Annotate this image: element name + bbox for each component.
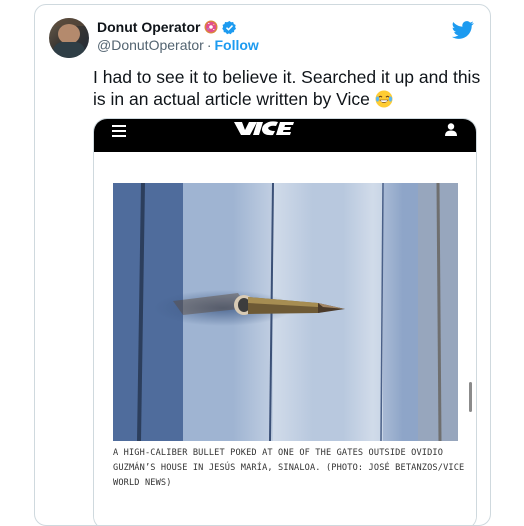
author-name-row: Donut Operator [97,19,237,35]
tweet-text: I had to see it to believe it. Searched … [93,66,485,110]
vice-logo[interactable] [232,120,312,136]
bullet-in-gate-photo [113,183,458,441]
author-handle-row: @DonutOperator · Follow [97,37,259,53]
tweet-card: Donut Operator @DonutOperator · Follow I… [34,4,491,526]
laughing-tears-emoji-icon [375,90,393,108]
avatar[interactable] [49,18,89,58]
photo-caption: A HIGH-CALIBER BULLET POKED AT ONE OF TH… [113,448,465,488]
author-display-name[interactable]: Donut Operator [97,19,200,35]
separator-dot: · [206,37,212,53]
vice-header-bar [94,119,476,152]
author-handle[interactable]: @DonutOperator [97,37,204,53]
twitter-bird-icon[interactable] [452,19,474,41]
user-icon[interactable] [444,122,458,136]
article-page: A HIGH-CALIBER BULLET POKED AT ONE OF TH… [94,152,476,525]
embedded-screenshot[interactable]: A HIGH-CALIBER BULLET POKED AT ONE OF TH… [93,118,477,525]
tweet-body: I had to see it to believe it. Searched … [93,67,481,109]
scrollbar-thumb[interactable] [469,382,472,412]
follow-link[interactable]: Follow [215,37,259,53]
verified-badge-icon [222,20,237,35]
donut-emoji-icon [204,20,218,34]
hamburger-menu-icon[interactable] [112,125,126,137]
